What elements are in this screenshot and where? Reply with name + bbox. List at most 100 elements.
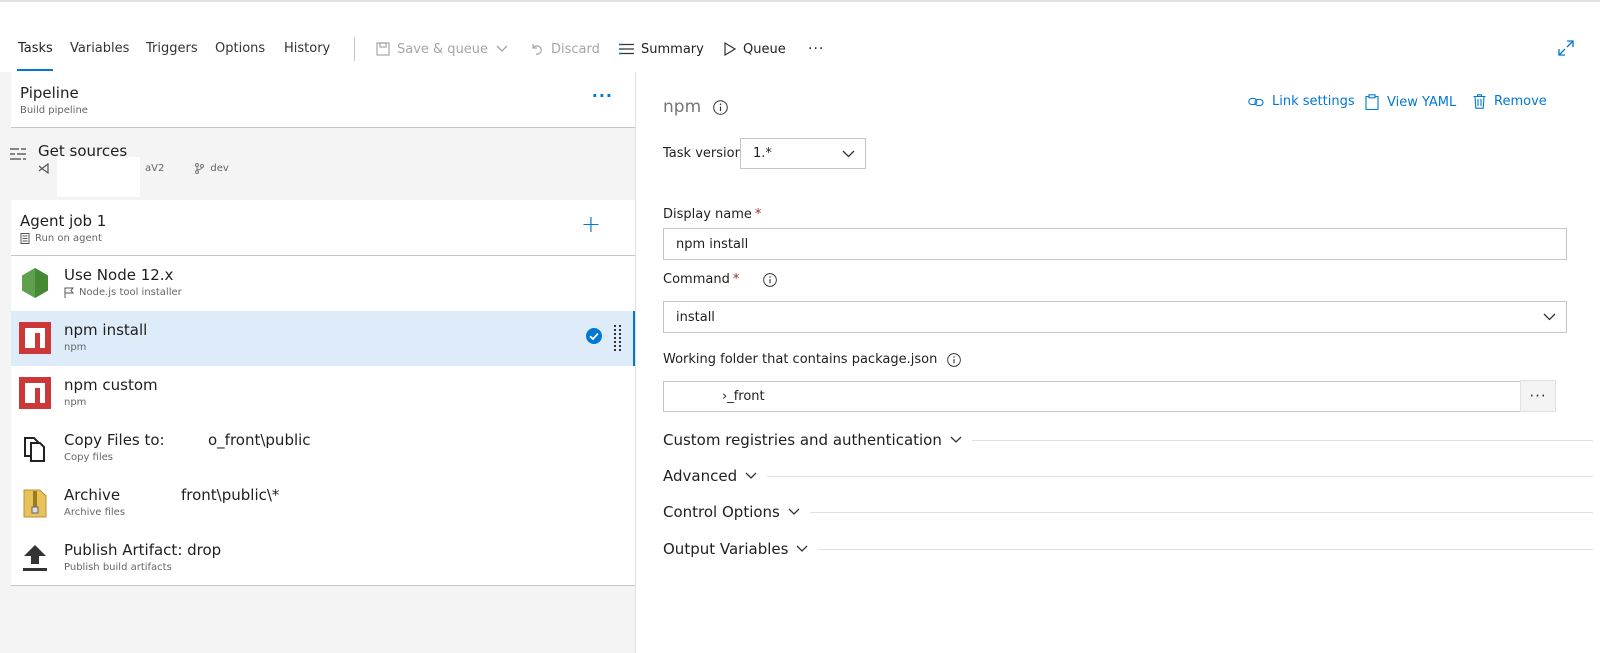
save-queue-label: Save & queue (397, 41, 489, 57)
section-advanced[interactable]: Advanced (663, 464, 1593, 488)
working-folder-field[interactable]: ›_front (663, 381, 1526, 412)
pipeline-subtitle: Build pipeline (20, 105, 88, 116)
section-control-options[interactable]: Control Options (663, 500, 1593, 524)
task-list: Use Node 12.x Node.js tool installer npm… (11, 256, 635, 586)
pipeline-header[interactable]: Pipeline Build pipeline ··· (11, 72, 635, 128)
task-subtitle: Archive files (64, 507, 126, 518)
section-divider (971, 439, 1593, 441)
discard-label: Discard (551, 41, 600, 57)
command-select[interactable]: install (663, 301, 1567, 333)
queue-button[interactable]: Queue (724, 39, 786, 59)
task-publish-artifact[interactable]: Publish Artifact: drop Publish build art… (11, 531, 635, 586)
task-subtitle-row: Node.js tool installer (64, 287, 182, 298)
pipeline-more-button[interactable]: ··· (592, 86, 613, 105)
task-use-node[interactable]: Use Node 12.x Node.js tool installer (11, 256, 635, 311)
branch-icon (195, 163, 205, 174)
add-task-button[interactable]: + (581, 212, 601, 236)
task-title: Use Node 12.x (64, 266, 174, 284)
task-title-path: o_front\public (208, 431, 311, 449)
remove-label: Remove (1494, 94, 1547, 109)
task-npm-custom[interactable]: npm custom npm (11, 366, 635, 421)
tab-triggers[interactable]: Triggers (146, 41, 198, 56)
task-archive[interactable]: Archive front\public\* Archive files (11, 476, 635, 531)
task-detail-panel: npm Link settings View YAML Remove Task … (637, 72, 1600, 653)
get-sources-item[interactable]: Get sources aV2 dev (0, 129, 636, 199)
section-divider (818, 548, 1593, 550)
chevron-down-icon (796, 545, 808, 552)
info-icon[interactable] (713, 99, 728, 115)
expand-icon[interactable] (1558, 40, 1574, 56)
task-copy-files[interactable]: Copy Files to: o_front\public Copy files (11, 421, 635, 476)
agent-job-subtitle: Run on agent (35, 233, 102, 244)
section-title: Advanced (663, 467, 738, 485)
view-yaml-button[interactable]: View YAML (1365, 94, 1456, 110)
info-icon[interactable] (947, 352, 962, 367)
drag-handle-icon[interactable] (614, 325, 622, 351)
tab-variables[interactable]: Variables (70, 41, 129, 56)
task-detail-header: npm (663, 97, 728, 117)
redacted-area (57, 157, 140, 197)
working-folder-label-row: Working folder that contains package.jso… (663, 352, 962, 367)
chevron-down-icon (496, 45, 508, 52)
info-icon[interactable] (763, 272, 778, 287)
trash-icon (1473, 94, 1486, 109)
command-value: install (676, 309, 715, 325)
task-subtitle: Node.js tool installer (79, 287, 182, 298)
task-version-select[interactable]: 1.* (740, 138, 866, 169)
remove-button[interactable]: Remove (1473, 94, 1547, 109)
npm-icon (19, 377, 51, 409)
task-subtitle: npm (64, 397, 87, 408)
queue-label: Queue (743, 41, 786, 57)
upload-icon (23, 545, 47, 571)
task-subtitle: Copy files (64, 452, 113, 463)
command-label: Command (663, 272, 730, 287)
agent-job-title: Agent job 1 (20, 212, 107, 230)
section-custom-registries[interactable]: Custom registries and authentication (663, 428, 1593, 452)
tab-tasks[interactable]: Tasks (18, 41, 53, 56)
working-folder-value: ›_front (722, 389, 765, 404)
toolbar-divider (354, 37, 355, 61)
clipboard-icon (1365, 94, 1379, 110)
required-marker: * (754, 207, 762, 222)
sources-icon (10, 148, 26, 160)
branch-name: dev (210, 163, 229, 174)
chevron-down-icon (788, 508, 800, 515)
agent-job-item[interactable]: Agent job 1 Run on agent + (11, 200, 635, 256)
display-name-field[interactable]: npm install (663, 228, 1567, 260)
display-name-value: npm install (676, 236, 749, 252)
nodejs-icon (22, 268, 48, 298)
working-folder-label: Working folder that contains package.jso… (663, 352, 938, 367)
section-output-variables[interactable]: Output Variables (663, 537, 1593, 561)
discard-button[interactable]: Discard (530, 39, 600, 59)
display-name-label: Display name (663, 207, 752, 222)
server-icon (20, 233, 30, 244)
task-version-value: 1.* (753, 146, 772, 161)
display-name-label-row: Display name * (663, 207, 761, 222)
task-detail-title: npm (663, 97, 702, 117)
play-icon (724, 42, 736, 56)
task-title-path: front\public\* (181, 486, 280, 504)
copy-files-icon (24, 437, 45, 462)
save-icon (376, 42, 390, 56)
browse-folder-button[interactable]: ··· (1520, 380, 1556, 412)
tab-options[interactable]: Options (215, 41, 265, 56)
task-title-prefix: Copy Files to: (64, 431, 165, 449)
summary-button[interactable]: Summary (619, 39, 704, 59)
save-queue-button[interactable]: Save & queue (376, 39, 515, 59)
visual-studio-icon (38, 163, 49, 174)
task-title: Publish Artifact: drop (64, 541, 222, 559)
section-title: Output Variables (663, 540, 789, 558)
chevron-down-icon (745, 472, 757, 479)
link-settings-label: Link settings (1272, 94, 1355, 109)
summary-label: Summary (641, 41, 704, 57)
toolbar: Tasks Variables Triggers Options History… (0, 28, 1600, 72)
active-tab-indicator (17, 69, 53, 71)
chevron-down-icon (1543, 313, 1556, 321)
tab-history[interactable]: History (284, 41, 330, 56)
task-npm-install[interactable]: npm install npm (11, 311, 635, 366)
command-label-row: Command * (663, 272, 778, 287)
link-settings-button[interactable]: Link settings (1248, 94, 1355, 109)
archive-zip-icon (23, 489, 47, 518)
more-actions-button[interactable]: ··· (808, 39, 824, 59)
task-subtitle: Publish build artifacts (64, 562, 172, 573)
